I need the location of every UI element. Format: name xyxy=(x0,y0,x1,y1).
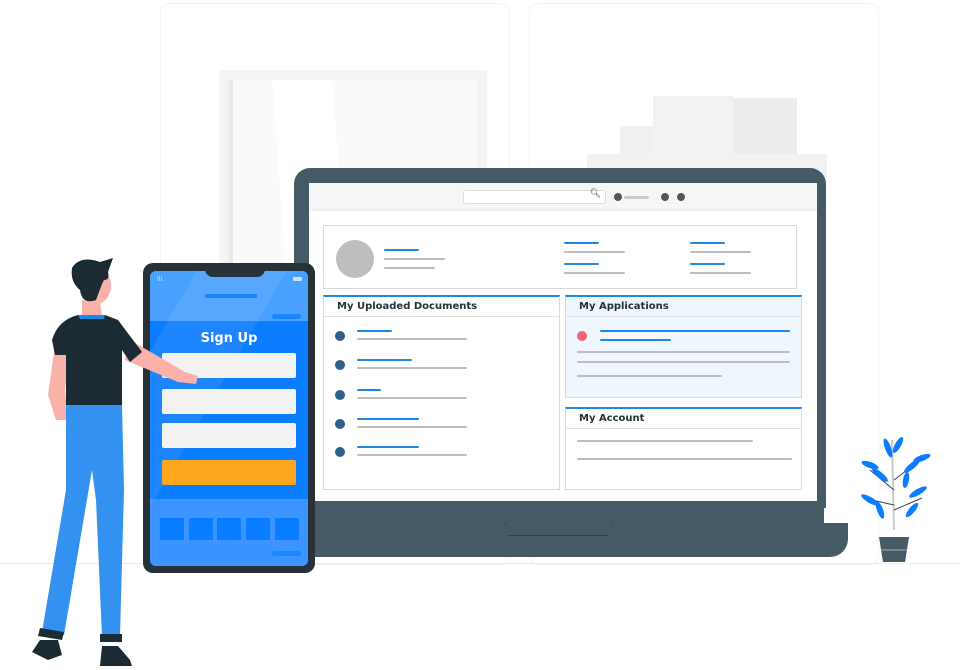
collar xyxy=(78,315,105,319)
shoe xyxy=(100,646,132,666)
pants xyxy=(42,405,124,637)
person-illustration xyxy=(32,258,198,666)
shoe xyxy=(32,640,62,660)
leaves xyxy=(861,437,931,519)
plant-illustration xyxy=(861,437,931,562)
